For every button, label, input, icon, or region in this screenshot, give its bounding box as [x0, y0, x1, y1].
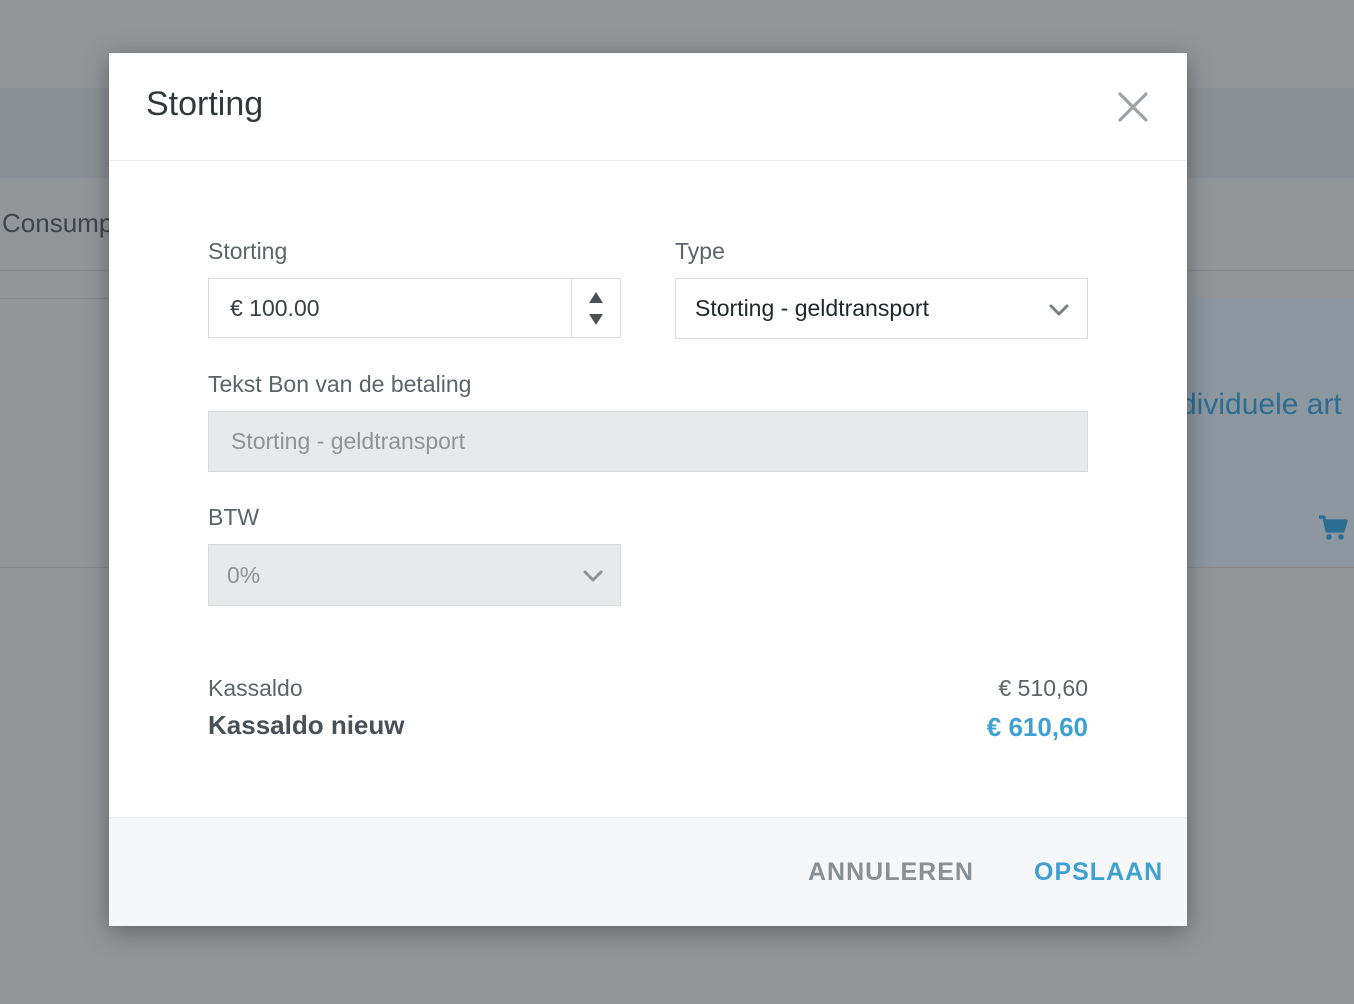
type-label: Type [675, 238, 725, 264]
chevron-down-icon [583, 570, 603, 582]
modal-title: Storting [146, 85, 264, 123]
receipt-text-value: Storting - geldtransport [231, 428, 465, 454]
kassaldo-nieuw-label: Kassaldo nieuw [208, 710, 405, 740]
chevron-down-icon [1049, 304, 1069, 316]
type-selected-value: Storting - geldtransport [695, 295, 929, 321]
kassaldo-label: Kassaldo [208, 675, 303, 701]
storting-amount-input[interactable]: € 100.00 [208, 278, 621, 338]
background-tab-consumpties: Consump [2, 208, 114, 238]
btw-select[interactable]: 0% [208, 544, 621, 606]
receipt-text-label: Tekst Bon van de betaling [208, 371, 472, 397]
stepper-up-icon[interactable] [589, 292, 603, 303]
storting-label: Storting [208, 238, 288, 264]
modal-header: Storting [109, 53, 1187, 161]
btw-label: BTW [208, 504, 260, 530]
amount-stepper[interactable] [571, 279, 620, 337]
kassaldo-nieuw-value: € 610,60 [986, 712, 1088, 742]
storting-amount-value: € 100.00 [230, 294, 320, 321]
cancel-button[interactable]: ANNULEREN [808, 858, 974, 887]
type-select[interactable]: Storting - geldtransport [675, 278, 1088, 339]
kassaldo-value: € 510,60 [998, 675, 1088, 701]
btw-selected-value: 0% [227, 561, 261, 588]
stepper-down-icon[interactable] [589, 314, 603, 325]
modal-footer: ANNULEREN OPSLAAN [109, 817, 1187, 926]
cart-icon [1319, 515, 1348, 540]
close-icon[interactable] [1115, 89, 1151, 125]
storting-modal: Storting Storting € 100.00 Type Storting… [109, 53, 1187, 926]
save-button[interactable]: OPSLAAN [1034, 858, 1163, 887]
receipt-text-input[interactable]: Storting - geldtransport [208, 411, 1088, 472]
background-card-text: dividuele art [1180, 388, 1342, 421]
